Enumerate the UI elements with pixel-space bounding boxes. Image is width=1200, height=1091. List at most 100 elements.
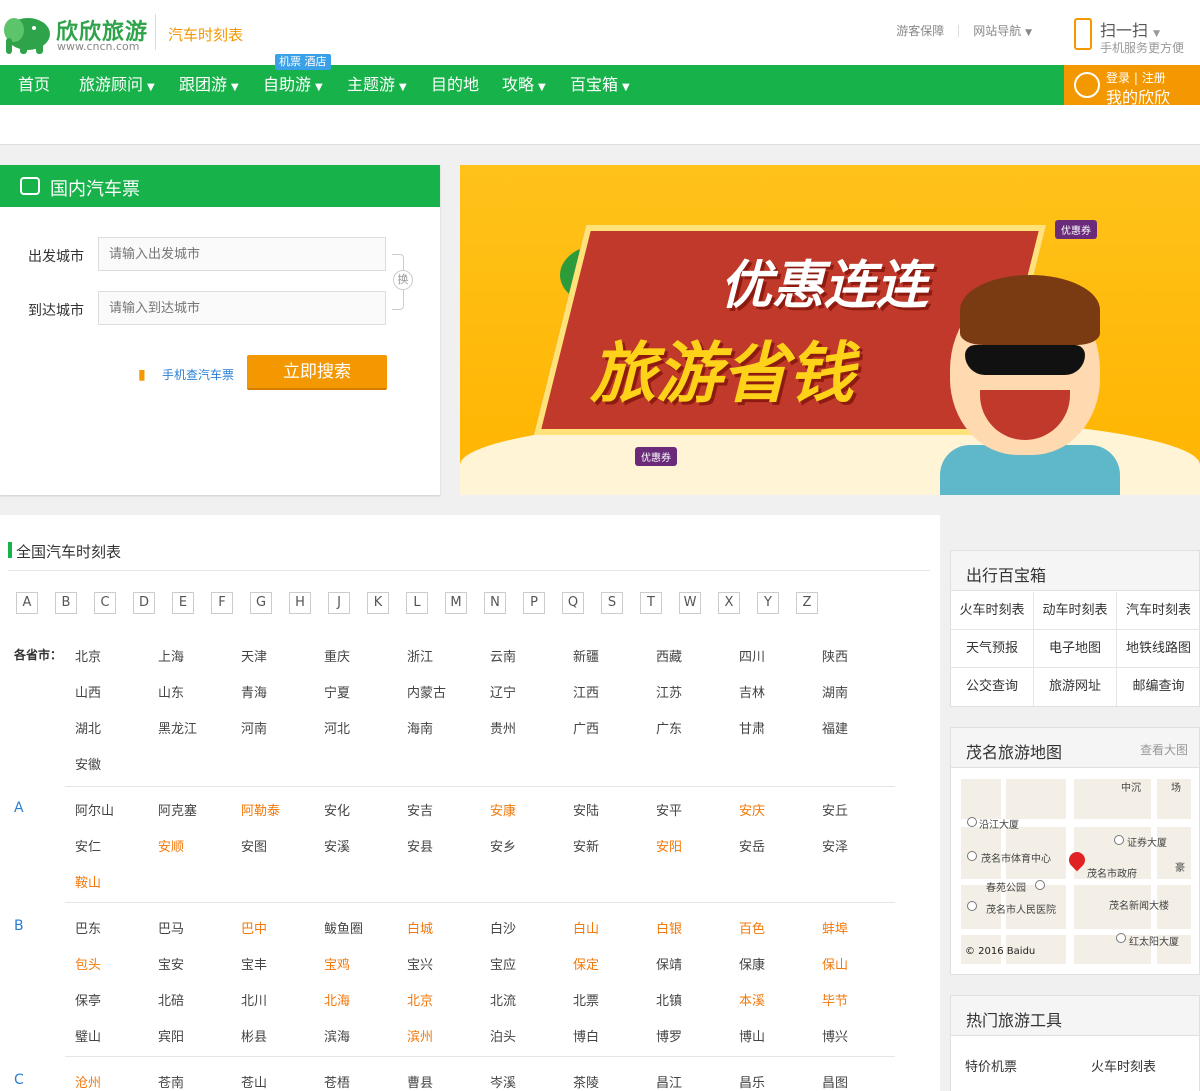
- search-button[interactable]: 立即搜索: [247, 355, 387, 390]
- letter-filter-p[interactable]: P: [523, 592, 545, 614]
- nav-item-consultant[interactable]: 旅游顾问 ▼: [79, 65, 155, 105]
- city-link[interactable]: 博山: [739, 1026, 765, 1045]
- city-link[interactable]: 阿尔山: [75, 800, 114, 819]
- city-link[interactable]: 泊头: [490, 1026, 516, 1045]
- province-link[interactable]: 甘肃: [739, 718, 765, 737]
- city-link[interactable]: 沧州: [75, 1072, 101, 1091]
- tool-travel-sites[interactable]: 旅游网址: [1034, 668, 1117, 706]
- city-link[interactable]: 安庆: [739, 800, 765, 819]
- city-link[interactable]: 安溪: [324, 836, 350, 855]
- register-link[interactable]: 注册: [1142, 71, 1166, 85]
- city-link[interactable]: 宝安: [158, 954, 184, 973]
- letter-filter-s[interactable]: S: [601, 592, 623, 614]
- letter-filter-j[interactable]: J: [328, 592, 350, 614]
- city-link[interactable]: 岑溪: [490, 1072, 516, 1091]
- letter-filter-q[interactable]: Q: [562, 592, 584, 614]
- city-link[interactable]: 安化: [324, 800, 350, 819]
- city-link[interactable]: 毕节: [822, 990, 848, 1009]
- city-link[interactable]: 保靖: [656, 954, 682, 973]
- city-link[interactable]: 白山: [573, 918, 599, 937]
- city-link[interactable]: 北票: [573, 990, 599, 1009]
- province-link[interactable]: 安徽: [75, 754, 101, 773]
- city-link[interactable]: 安顺: [158, 836, 184, 855]
- province-link[interactable]: 贵州: [490, 718, 516, 737]
- province-link[interactable]: 四川: [739, 646, 765, 665]
- letter-filter-a[interactable]: A: [16, 592, 38, 614]
- tool-bullet-train-schedule[interactable]: 动车时刻表: [1034, 592, 1117, 630]
- province-link[interactable]: 上海: [158, 646, 184, 665]
- letter-filter-f[interactable]: F: [211, 592, 233, 614]
- city-link[interactable]: 白银: [656, 918, 682, 937]
- city-link[interactable]: 安丘: [822, 800, 848, 819]
- letter-filter-k[interactable]: K: [367, 592, 389, 614]
- province-link[interactable]: 天津: [241, 646, 267, 665]
- promo-banner[interactable]: 优惠连连 旅游省钱 优惠券 优惠券: [460, 165, 1200, 495]
- city-link[interactable]: 百色: [739, 918, 765, 937]
- province-link[interactable]: 北京: [75, 646, 101, 665]
- city-link[interactable]: 阿克塞: [158, 800, 197, 819]
- city-link[interactable]: 璧山: [75, 1026, 101, 1045]
- city-link[interactable]: 安县: [407, 836, 433, 855]
- city-link[interactable]: 安图: [241, 836, 267, 855]
- nav-item-home[interactable]: 首页: [18, 65, 50, 105]
- view-large-map-link[interactable]: 查看大图: [1140, 741, 1188, 758]
- province-link[interactable]: 内蒙古: [407, 682, 446, 701]
- province-link[interactable]: 江西: [573, 682, 599, 701]
- city-link[interactable]: 安吉: [407, 800, 433, 819]
- city-link[interactable]: 阿勒泰: [241, 800, 280, 819]
- hot-tool-cheap-flights[interactable]: 特价机票: [965, 1056, 1017, 1075]
- nav-item-self-guided[interactable]: 自助游 ▼: [263, 65, 323, 105]
- letter-filter-l[interactable]: L: [406, 592, 428, 614]
- letter-filter-e[interactable]: E: [172, 592, 194, 614]
- city-link[interactable]: 保定: [573, 954, 599, 973]
- city-link[interactable]: 白沙: [490, 918, 516, 937]
- city-link[interactable]: 巴马: [158, 918, 184, 937]
- province-link[interactable]: 陕西: [822, 646, 848, 665]
- letter-filter-m[interactable]: M: [445, 592, 467, 614]
- tool-weather[interactable]: 天气预报: [951, 630, 1034, 668]
- city-link[interactable]: 博白: [573, 1026, 599, 1045]
- scan-qr-label[interactable]: 扫一扫 ▼: [1100, 17, 1160, 41]
- top-link-sitemap[interactable]: 网站导航 ▼: [973, 22, 1032, 39]
- province-link[interactable]: 湖北: [75, 718, 101, 737]
- province-link[interactable]: 广西: [573, 718, 599, 737]
- city-link[interactable]: 本溪: [739, 990, 765, 1009]
- nav-item-group-tour[interactable]: 跟团游 ▼: [179, 65, 239, 105]
- city-link[interactable]: 北京: [407, 990, 433, 1009]
- letter-filter-g[interactable]: G: [250, 592, 272, 614]
- city-link[interactable]: 安岳: [739, 836, 765, 855]
- tool-bus-query[interactable]: 公交查询: [951, 668, 1034, 706]
- city-link[interactable]: 安陆: [573, 800, 599, 819]
- province-link[interactable]: 江苏: [656, 682, 682, 701]
- city-link[interactable]: 苍山: [241, 1072, 267, 1091]
- city-link[interactable]: 安仁: [75, 836, 101, 855]
- city-link[interactable]: 包头: [75, 954, 101, 973]
- city-link[interactable]: 北川: [241, 990, 267, 1009]
- city-link[interactable]: 安泽: [822, 836, 848, 855]
- province-link[interactable]: 湖南: [822, 682, 848, 701]
- city-link[interactable]: 鞍山: [75, 872, 101, 891]
- city-link[interactable]: 滨海: [324, 1026, 350, 1045]
- city-link[interactable]: 北镇: [656, 990, 682, 1009]
- letter-filter-c[interactable]: C: [94, 592, 116, 614]
- mobile-ticket-link[interactable]: 手机查汽车票: [138, 366, 234, 383]
- city-link[interactable]: 苍南: [158, 1072, 184, 1091]
- city-link[interactable]: 彬县: [241, 1026, 267, 1045]
- city-link[interactable]: 安阳: [656, 836, 682, 855]
- province-link[interactable]: 云南: [490, 646, 516, 665]
- city-link[interactable]: 安康: [490, 800, 516, 819]
- login-link[interactable]: 登录: [1106, 71, 1130, 85]
- province-link[interactable]: 河北: [324, 718, 350, 737]
- province-link[interactable]: 西藏: [656, 646, 682, 665]
- city-link[interactable]: 博罗: [656, 1026, 682, 1045]
- letter-filter-n[interactable]: N: [484, 592, 506, 614]
- province-link[interactable]: 山西: [75, 682, 101, 701]
- letter-filter-d[interactable]: D: [133, 592, 155, 614]
- city-link[interactable]: 鲅鱼圈: [324, 918, 363, 937]
- city-link[interactable]: 昌乐: [739, 1072, 765, 1091]
- province-link[interactable]: 宁夏: [324, 682, 350, 701]
- city-link[interactable]: 安平: [656, 800, 682, 819]
- city-link[interactable]: 保亭: [75, 990, 101, 1009]
- city-link[interactable]: 安乡: [490, 836, 516, 855]
- city-link[interactable]: 曹县: [407, 1072, 433, 1091]
